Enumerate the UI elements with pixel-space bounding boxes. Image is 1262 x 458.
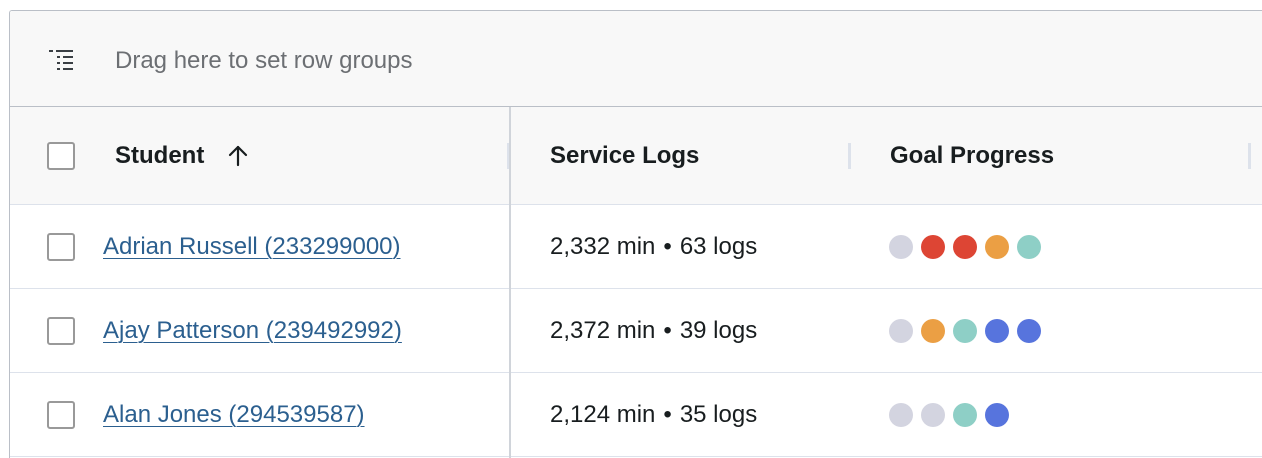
row-group-panel[interactable]: Drag here to set row groups (10, 11, 1262, 107)
goal-status-dot[interactable] (953, 402, 977, 427)
table-row[interactable]: Alan Jones (294539587) 2,124 min • 35 logs (10, 373, 1262, 457)
goal-status-dot[interactable] (1017, 234, 1041, 259)
goal-status-dot[interactable] (953, 318, 977, 343)
column-header-goal-progress-label: Goal Progress (890, 141, 1055, 169)
student-link[interactable]: Ajay Patterson (239492992) (103, 317, 402, 345)
cell-service-logs: 2,372 min • 39 logs (510, 289, 850, 372)
row-group-placeholder: Drag here to set row groups (115, 47, 413, 74)
header-row: Student Service Logs Goal Progress (10, 107, 1262, 205)
goal-status-dot[interactable] (889, 234, 913, 259)
column-header-goal-progress[interactable]: Goal Progress (850, 107, 1250, 204)
column-header-service-logs-label: Service Logs (550, 141, 700, 169)
service-log-count: 39 logs (679, 316, 758, 344)
goal-status-dot[interactable] (921, 234, 945, 259)
cell-student: Alan Jones (294539587) (10, 373, 510, 456)
data-grid: Drag here to set row groups Student Serv… (9, 10, 1262, 458)
pinned-column-divider (509, 107, 511, 458)
cell-goal-progress (850, 205, 1250, 288)
column-header-student[interactable]: Student (10, 107, 510, 204)
cell-goal-progress (850, 289, 1250, 372)
student-link[interactable]: Alan Jones (294539587) (103, 401, 365, 429)
service-minutes: 2,332 min (550, 232, 656, 260)
goal-status-dot[interactable] (953, 234, 977, 259)
table-row[interactable]: Adrian Russell (233299000) 2,332 min • 63 l… (10, 205, 1262, 289)
separator: • (663, 316, 672, 344)
goal-status-dot[interactable] (889, 402, 913, 427)
cell-service-logs: 2,332 min • 63 logs (510, 205, 850, 288)
goal-status-dot[interactable] (1017, 318, 1041, 343)
column-resize-handle-goal-progress[interactable] (1248, 143, 1251, 169)
goal-status-dot[interactable] (985, 234, 1009, 259)
student-link[interactable]: Adrian Russell (233299000) (103, 233, 401, 261)
goal-status-dot[interactable] (985, 318, 1009, 343)
separator: • (663, 232, 672, 260)
separator: • (663, 400, 672, 428)
service-log-count: 35 logs (679, 400, 758, 428)
column-header-service-logs[interactable]: Service Logs (510, 107, 850, 204)
service-minutes: 2,372 min (550, 316, 656, 344)
row-group-icon (49, 50, 73, 70)
service-minutes: 2,124 min (550, 400, 656, 428)
goal-status-dot[interactable] (985, 402, 1009, 427)
arrow-up-icon (229, 145, 248, 166)
goal-status-dot[interactable] (889, 318, 913, 343)
cell-goal-progress (850, 373, 1250, 456)
cell-service-logs: 2,124 min • 35 logs (510, 373, 850, 456)
service-log-count: 63 logs (679, 232, 758, 260)
cell-student: Ajay Patterson (239492992) (10, 289, 510, 372)
goal-status-dot[interactable] (921, 402, 945, 427)
goal-status-dot[interactable] (921, 318, 945, 343)
cell-student: Adrian Russell (233299000) (10, 205, 510, 288)
column-header-student-label: Student (115, 141, 205, 169)
table-row[interactable]: Ajay Patterson (239492992) 2,372 min • 39 l… (10, 289, 1262, 373)
